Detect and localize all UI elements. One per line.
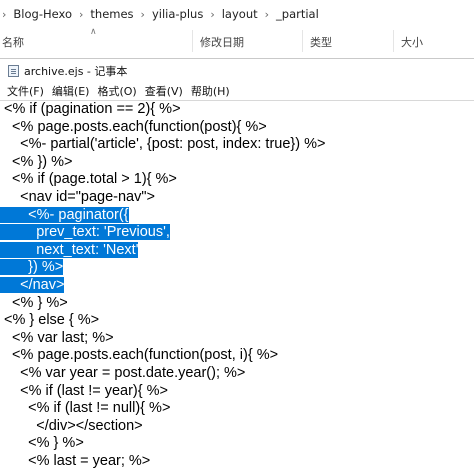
code-line[interactable]: <% if (last != null){ %> [0, 400, 474, 418]
code-line[interactable]: <% if (pagination == 2){ %> [0, 101, 474, 119]
code-line[interactable]: <% page.posts.each(function(post){ %> [0, 119, 474, 137]
code-line[interactable]: <% if (last != year){ %> [0, 383, 474, 401]
code-line[interactable]: <%- partial('article', {post: post, inde… [0, 136, 474, 154]
breadcrumb-item-partial[interactable]: _partial [276, 7, 319, 21]
window-title: archive.ejs - 记事本 [24, 64, 128, 78]
breadcrumb-item-yilia-plus[interactable]: yilia-plus [152, 7, 203, 21]
menu-format[interactable]: 格式(O) [94, 83, 139, 99]
chevron-right-icon[interactable]: › [265, 8, 269, 21]
code-text: <% if (page.total > 1){ %> [4, 171, 177, 188]
sort-up-icon: ∧ [90, 27, 97, 37]
selected-code-text: }) %> [0, 259, 64, 276]
column-modified-header[interactable]: 修改日期 [200, 34, 244, 50]
menu-file[interactable]: 文件(F) [4, 83, 47, 99]
code-line[interactable]: </div></section> [0, 418, 474, 436]
notepad-titlebar[interactable]: archive.ejs - 记事本 [0, 59, 474, 82]
code-line[interactable]: <% }) %> [0, 154, 474, 172]
selected-code-text: <%- paginator({ [0, 206, 129, 223]
column-divider[interactable] [393, 30, 394, 52]
menu-view[interactable]: 查看(V) [142, 83, 186, 99]
selected-code-text: next_text: 'Next' [0, 241, 139, 258]
code-text: <%- partial('article', {post: post, inde… [4, 136, 326, 153]
column-type-header[interactable]: 类型 [310, 34, 332, 50]
code-line[interactable]: <% if (page.total > 1){ %> [0, 171, 474, 189]
chevron-right-icon[interactable]: › [210, 8, 214, 21]
code-line[interactable]: }) %> [0, 259, 474, 277]
code-text: <nav id="page-nav"> [4, 188, 155, 205]
code-line[interactable]: <nav id="page-nav"> [0, 189, 474, 207]
code-text: <% } %> [4, 435, 84, 452]
code-text: <% var last; %> [4, 329, 114, 346]
breadcrumb-item-layout[interactable]: layout [222, 7, 258, 21]
code-line[interactable]: prev_text: 'Previous', [0, 224, 474, 242]
code-line[interactable]: <% var last; %> [0, 330, 474, 348]
code-line[interactable]: <% } else { %> [0, 312, 474, 330]
code-text: <% page.posts.each(function(post){ %> [4, 118, 267, 135]
code-text: <% if (last != null){ %> [4, 400, 171, 417]
column-divider[interactable] [302, 30, 303, 52]
notepad-window: archive.ejs - 记事本 文件(F) 编辑(E) 格式(O) 查看(V… [0, 58, 474, 469]
column-divider[interactable] [192, 30, 193, 52]
code-text: <% last = year; %> [4, 452, 151, 469]
code-line[interactable]: <% } %> [0, 435, 474, 453]
chevron-right-icon[interactable]: › [141, 8, 145, 21]
breadcrumb-item-themes[interactable]: themes [90, 7, 133, 21]
menu-bar: 文件(F) 编辑(E) 格式(O) 查看(V) 帮助(H) [0, 82, 474, 100]
code-line[interactable]: <% page.posts.each(function(post, i){ %> [0, 347, 474, 365]
notepad-icon [8, 64, 19, 77]
chevron-right-icon[interactable]: › [2, 8, 6, 21]
breadcrumb-item-blog-hexo[interactable]: Blog-Hexo [13, 7, 72, 21]
text-editor-area[interactable]: <% if (pagination == 2){ %> <% page.post… [0, 100, 474, 469]
code-text: <% var year = post.date.year(); %> [4, 364, 246, 381]
column-size-header[interactable]: 大小 [401, 34, 423, 50]
code-text: <% } else { %> [4, 312, 100, 329]
code-line[interactable]: <%- paginator({ [0, 206, 474, 225]
code-text: <% if (pagination == 2){ %> [4, 101, 181, 117]
code-text: <% if (last != year){ %> [4, 382, 168, 399]
code-text: <% page.posts.each(function(post, i){ %> [4, 347, 279, 364]
menu-help[interactable]: 帮助(H) [188, 83, 233, 99]
column-name-header[interactable]: 名称 [2, 34, 24, 50]
file-list-header: ∧ 名称 修改日期 类型 大小 [0, 27, 474, 54]
chevron-right-icon[interactable]: › [79, 8, 83, 21]
address-breadcrumb: › Blog-Hexo › themes › yilia-plus › layo… [0, 0, 474, 28]
code-line[interactable]: <% var year = post.date.year(); %> [0, 365, 474, 383]
code-text: </div></section> [4, 417, 143, 434]
code-line[interactable]: <% last = year; %> [0, 453, 474, 470]
selected-code-text: </nav> [0, 276, 65, 293]
menu-edit[interactable]: 编辑(E) [49, 83, 93, 99]
code-text: <% }) %> [4, 153, 73, 170]
code-text: <% } %> [4, 294, 68, 311]
selected-code-text: prev_text: 'Previous', [0, 224, 170, 241]
code-line[interactable]: <% } %> [0, 295, 474, 313]
code-line[interactable]: next_text: 'Next' [0, 241, 474, 260]
code-line[interactable]: </nav> [0, 276, 474, 295]
